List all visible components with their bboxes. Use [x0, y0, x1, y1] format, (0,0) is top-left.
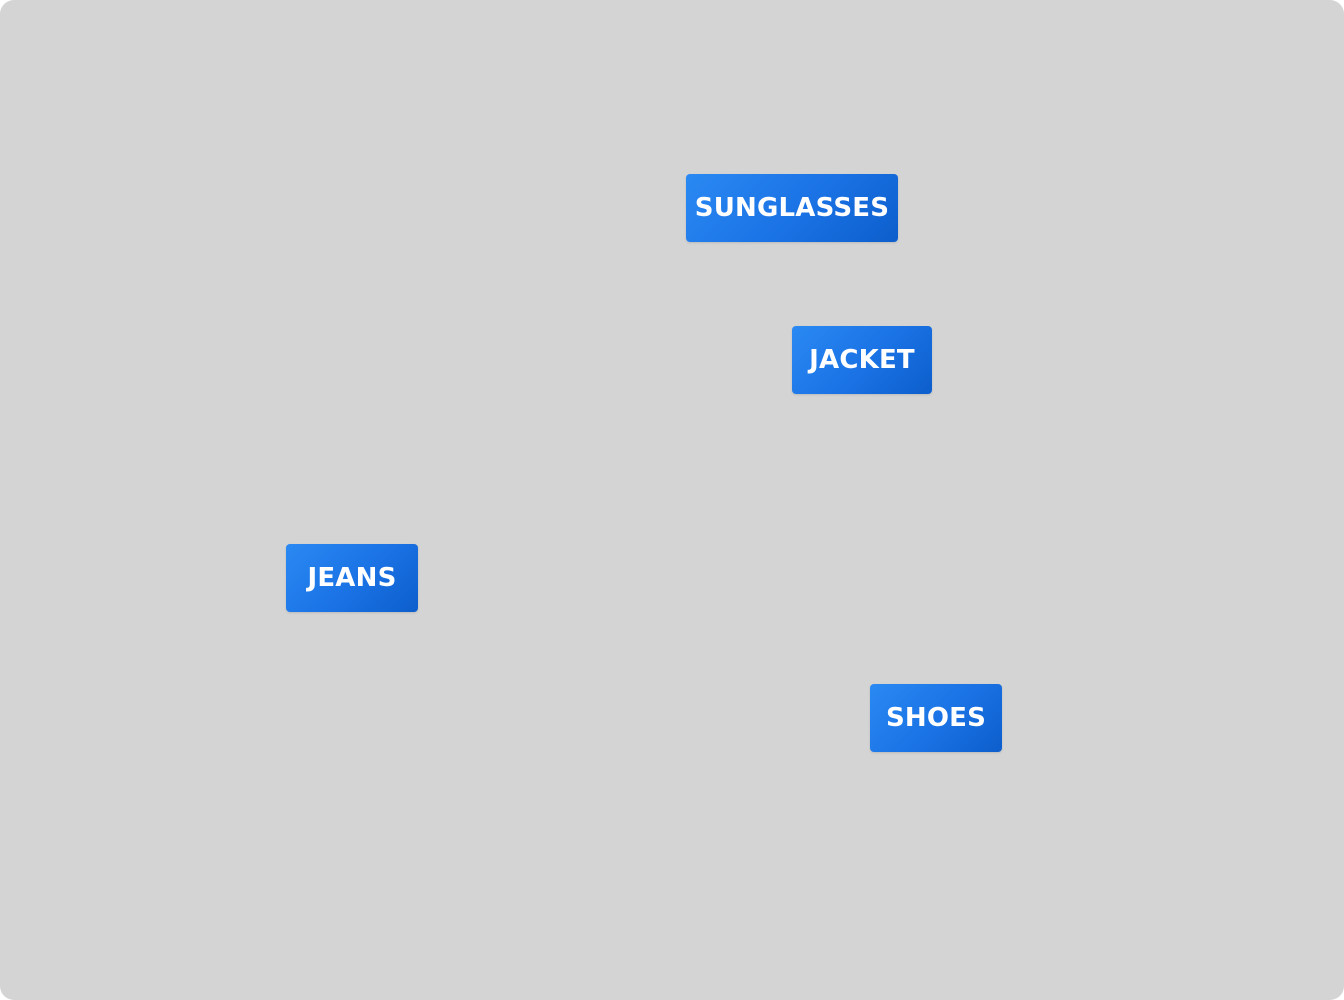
- draggable-tag-jacket[interactable]: JACKET: [792, 326, 932, 394]
- drag-canvas: SUNGLASSES JACKET JEANS SHOES: [0, 0, 1344, 1000]
- draggable-tag-shoes[interactable]: SHOES: [870, 684, 1002, 752]
- draggable-tag-sunglasses[interactable]: SUNGLASSES: [686, 174, 898, 242]
- draggable-tag-jeans[interactable]: JEANS: [286, 544, 418, 612]
